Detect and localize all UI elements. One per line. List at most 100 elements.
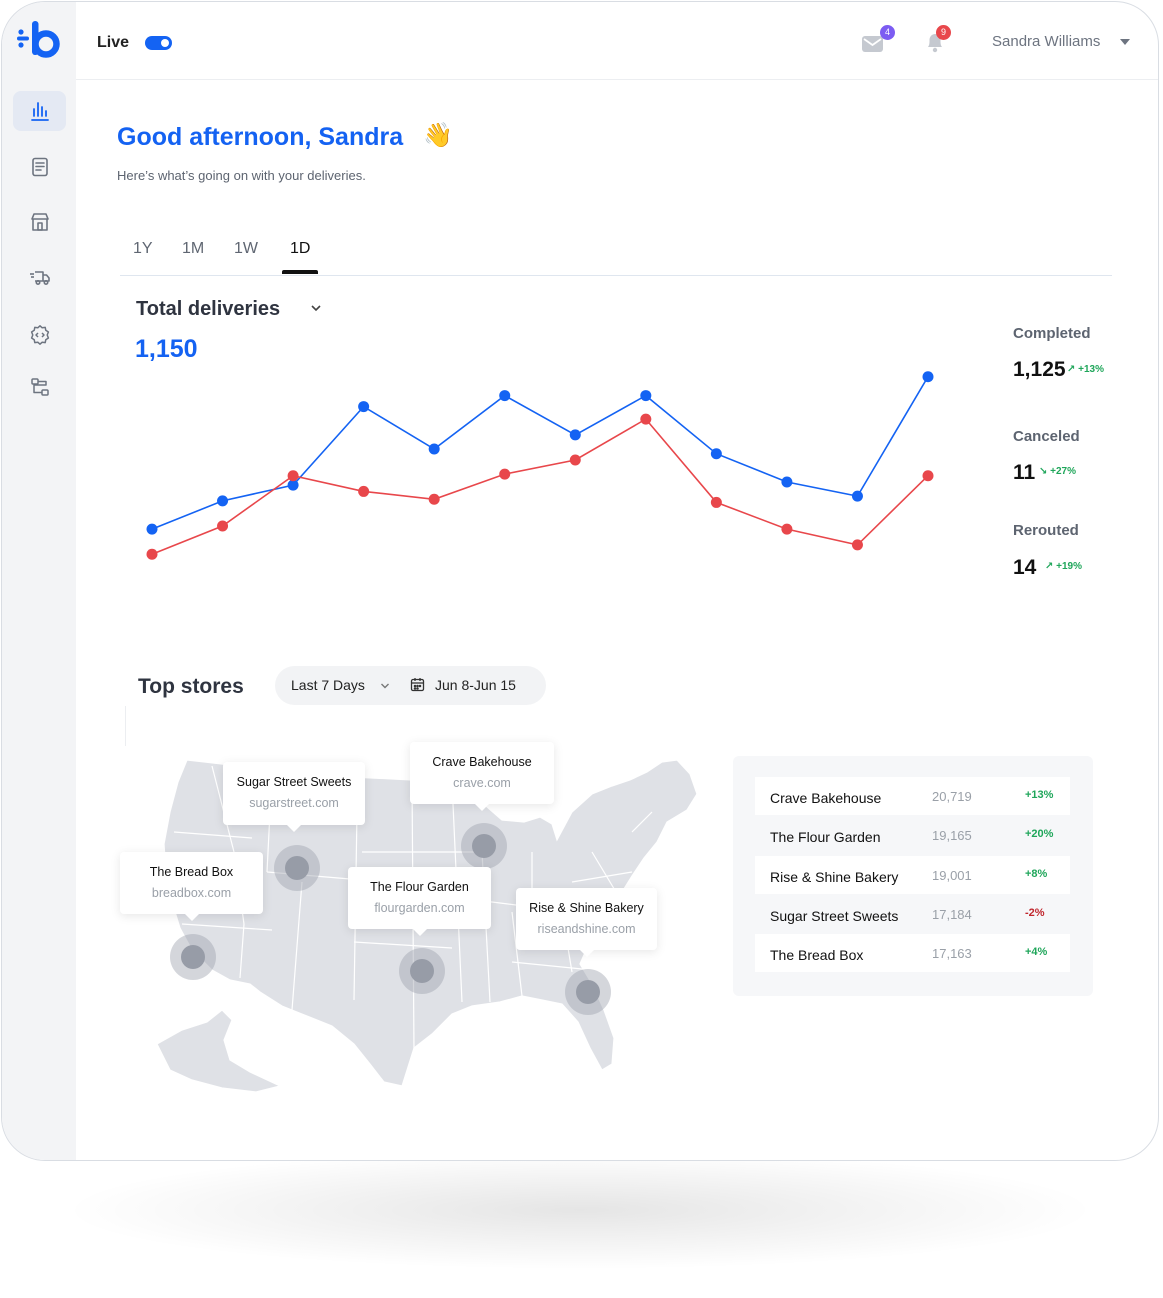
nav-deliveries[interactable] — [13, 257, 66, 297]
series-line-0 — [151, 376, 929, 530]
map-pin-sugar-street[interactable] — [274, 845, 320, 891]
map-pin-rise-shine[interactable] — [565, 969, 611, 1015]
store-change: +13% — [1025, 789, 1054, 801]
top-stores-title: Top stores — [138, 675, 244, 698]
data-point[interactable] — [358, 401, 370, 413]
tab-1m[interactable]: 1M — [182, 240, 204, 258]
chart-title[interactable]: Total deliveries — [136, 298, 280, 321]
store-change: +20% — [1025, 828, 1054, 840]
stat-canceled-change: ↘ +27% — [1039, 466, 1077, 477]
data-point[interactable] — [287, 479, 299, 491]
tooltip-store-url: riseandshine.com — [537, 922, 636, 936]
data-point[interactable] — [640, 390, 652, 402]
nav-integrations[interactable] — [13, 367, 66, 407]
data-point[interactable] — [710, 496, 722, 508]
data-point[interactable] — [922, 371, 934, 383]
tooltip-store-name: Crave Bakehouse — [432, 755, 532, 769]
table-row[interactable]: Rise & Shine Bakery 19,001 +8% — [755, 856, 1070, 894]
data-point[interactable] — [428, 443, 440, 455]
data-point[interactable] — [922, 470, 934, 482]
tooltip-store-url: sugarstreet.com — [249, 796, 339, 810]
nav-analytics[interactable] — [13, 91, 66, 131]
data-point[interactable] — [640, 413, 652, 425]
data-point[interactable] — [710, 448, 722, 460]
chevron-down-icon[interactable] — [380, 682, 390, 690]
data-point[interactable] — [851, 490, 863, 502]
stat-rerouted-label: Rerouted — [1013, 522, 1079, 539]
store-change: -2% — [1025, 907, 1045, 919]
table-row[interactable]: Crave Bakehouse 20,719 +13% — [755, 777, 1070, 815]
range-select[interactable]: Last 7 Days — [291, 677, 365, 693]
data-point[interactable] — [499, 468, 511, 480]
stat-completed-label: Completed — [1013, 325, 1091, 342]
store-name: The Flour Garden — [770, 829, 881, 845]
top-bar: Live 4 9 Sandra Williams — [76, 2, 1158, 80]
mail-badge: 4 — [880, 25, 895, 40]
tooltip-store-url: crave.com — [453, 776, 511, 790]
user-menu-caret-icon[interactable] — [1120, 39, 1130, 45]
data-point[interactable] — [569, 429, 581, 441]
stat-canceled-label: Canceled — [1013, 428, 1080, 445]
live-toggle[interactable] — [145, 36, 172, 50]
stat-canceled-value: 11 — [1013, 461, 1036, 484]
chevron-down-icon[interactable] — [310, 303, 322, 313]
data-point[interactable] — [781, 476, 793, 488]
data-point[interactable] — [569, 454, 581, 466]
date-filter: Last 7 Days Jun 8-Jun 15 — [275, 666, 546, 705]
live-label: Live — [97, 34, 130, 51]
store-value: 17,184 — [932, 907, 972, 922]
nav-orders[interactable] — [13, 147, 66, 187]
store-name: Rise & Shine Bakery — [770, 869, 899, 885]
code-gear-icon — [30, 325, 49, 345]
store-value: 19,001 — [932, 868, 972, 883]
calendar-icon[interactable] — [410, 677, 425, 692]
bar-chart-icon — [30, 102, 49, 121]
tab-1y[interactable]: 1Y — [133, 240, 153, 258]
stat-completed-value: 1,125 — [1013, 358, 1066, 381]
map-pin-bread-box[interactable] — [170, 934, 216, 980]
data-point[interactable] — [358, 485, 370, 497]
tooltip-store-url: flourgarden.com — [374, 901, 465, 915]
user-name[interactable]: Sandra Williams — [992, 33, 1100, 50]
map-tooltip: The Bread Box breadbox.com — [120, 852, 263, 921]
data-point[interactable] — [146, 523, 158, 535]
nav-stores[interactable] — [13, 202, 66, 242]
tooltip-store-name: The Flour Garden — [370, 880, 469, 894]
tooltip-store-name: Sugar Street Sweets — [236, 775, 352, 789]
data-point[interactable] — [851, 539, 863, 551]
stat-rerouted-value: 14 — [1013, 556, 1037, 579]
data-point[interactable] — [428, 493, 440, 505]
store-value: 19,165 — [932, 828, 972, 843]
receipt-icon — [31, 157, 48, 177]
table-row[interactable]: Sugar Street Sweets 17,184 -2% — [755, 895, 1070, 933]
data-point[interactable] — [499, 390, 511, 402]
store-value: 17,163 — [932, 946, 972, 961]
data-point[interactable] — [146, 548, 158, 560]
map-tooltip: Crave Bakehouse crave.com — [410, 742, 554, 811]
sidebar — [2, 2, 76, 1160]
period-tabs: 1Y 1M 1W 1D — [120, 232, 1112, 276]
brand-logo[interactable] — [16, 18, 62, 62]
store-name: Sugar Street Sweets — [770, 908, 899, 924]
store-name: The Bread Box — [770, 947, 864, 963]
deliveries-line-chart — [146, 371, 934, 560]
bell-badge: 9 — [936, 25, 951, 40]
store-value: 20,719 — [932, 789, 972, 804]
nav-developer[interactable] — [13, 315, 66, 355]
greeting-title: Good afternoon, Sandra — [117, 123, 404, 151]
data-point[interactable] — [217, 520, 229, 532]
map-pin-flour-garden[interactable] — [399, 948, 445, 994]
table-row[interactable]: The Flour Garden 19,165 +20% — [755, 816, 1070, 854]
data-point[interactable] — [217, 495, 229, 507]
tooltip-store-url: breadbox.com — [151, 886, 232, 900]
greeting-subtitle: Here’s what’s going on with your deliver… — [117, 168, 366, 183]
map-pin-crave[interactable] — [461, 823, 507, 869]
tab-1d[interactable]: 1D — [290, 240, 310, 258]
tab-1w[interactable]: 1W — [234, 240, 258, 258]
top-stores-table: Crave Bakehouse 20,719 +13% The Flour Ga… — [733, 756, 1093, 996]
data-point[interactable] — [287, 470, 299, 482]
date-range[interactable]: Jun 8-Jun 15 — [435, 677, 516, 693]
table-row[interactable]: The Bread Box 17,163 +4% — [755, 934, 1070, 972]
data-point[interactable] — [781, 523, 793, 535]
stat-rerouted-change: ↗ +19% — [1045, 561, 1083, 572]
